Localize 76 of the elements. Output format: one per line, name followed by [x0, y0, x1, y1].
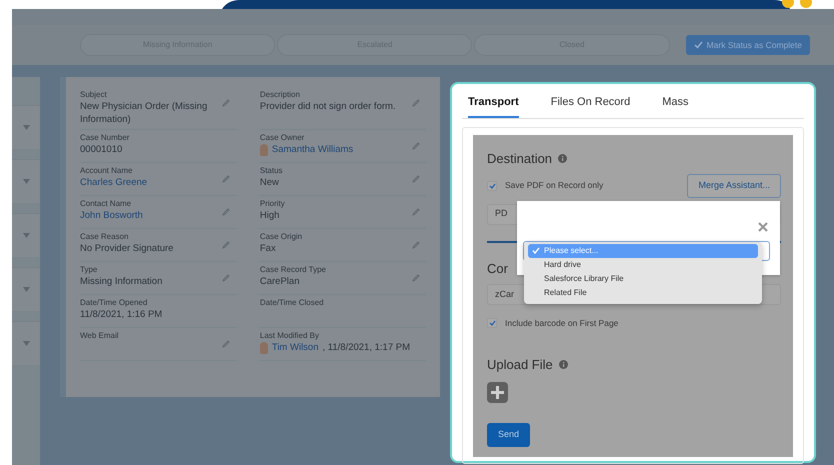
checkbox-label: Save PDF on Record only — [505, 179, 604, 192]
field-label: Case Record Type — [260, 265, 327, 275]
caret-icon[interactable] — [22, 287, 30, 292]
field-label: Date/Time Closed — [260, 298, 325, 308]
checkbox[interactable] — [487, 318, 497, 328]
tab[interactable]: Mass — [662, 88, 688, 118]
pencil-icon[interactable] — [222, 99, 230, 107]
pencil-icon[interactable] — [412, 99, 420, 107]
section-title: Cor — [487, 260, 508, 278]
field-value: 00001010 — [80, 143, 122, 156]
dropdown-option[interactable]: Hard drive — [528, 258, 758, 272]
field-label: Last Modified By — [260, 331, 320, 341]
info-icon — [558, 154, 568, 163]
mark-complete-button[interactable]: Mark Status as Complete — [686, 35, 810, 55]
field-value: High — [260, 209, 280, 222]
field-value: New Physician Order (Missing Information) — [80, 100, 208, 126]
field-label: Web Email — [80, 331, 120, 341]
checkbox-label: Include barcode on First Page — [505, 317, 618, 330]
dropdown-option[interactable]: Salesforce Library File — [528, 272, 758, 286]
field-link[interactable]: Charles Greene — [80, 176, 148, 189]
merge-assistant-button[interactable]: Merge Assistant... — [687, 174, 781, 198]
section-title: Upload File — [487, 356, 553, 374]
caret-icon[interactable] — [22, 233, 30, 238]
field-link[interactable]: Tim Wilson — [272, 341, 318, 354]
checkbox[interactable] — [487, 180, 497, 191]
caret-icon[interactable] — [22, 179, 30, 184]
field-link[interactable]: John Bosworth — [80, 209, 143, 222]
field-label: Date/Time Opened — [80, 298, 148, 308]
pencil-icon[interactable] — [412, 175, 420, 183]
check-icon — [532, 246, 540, 254]
field-label: Subject — [80, 90, 108, 100]
check-icon — [488, 320, 496, 326]
field-value: , 11/8/2021, 1:17 PM — [322, 341, 410, 354]
section-title: Destination — [487, 150, 552, 168]
field-value: No Provider Signature — [80, 242, 174, 255]
field-value: New — [260, 176, 279, 189]
pencil-icon[interactable] — [222, 208, 230, 216]
field-label: Contact Name — [80, 199, 132, 209]
pencil-icon[interactable] — [412, 142, 420, 150]
check-icon — [488, 182, 496, 189]
pencil-icon[interactable] — [412, 208, 420, 216]
add-button[interactable] — [487, 382, 508, 404]
field-value: Fax — [260, 242, 276, 255]
tab[interactable]: Files On Record — [550, 88, 630, 118]
field-label: Description — [260, 90, 301, 100]
caret-icon[interactable] — [22, 341, 30, 346]
dropdown-option[interactable]: Please select... — [528, 244, 758, 258]
info-icon — [558, 360, 568, 369]
pencil-icon[interactable] — [222, 241, 230, 249]
field-value: Provider did not sign order form. — [260, 100, 396, 113]
check-icon — [694, 41, 703, 49]
field-label: Account Name — [80, 166, 134, 176]
avatar-icon — [260, 144, 268, 156]
pencil-icon[interactable] — [412, 241, 420, 249]
dropdown-option[interactable]: Related File — [528, 286, 758, 300]
field-value: CarePlan — [260, 275, 300, 288]
field-label: Case Owner — [260, 133, 306, 143]
field-label: Case Reason — [80, 232, 130, 242]
pencil-icon[interactable] — [222, 175, 230, 183]
pencil-icon[interactable] — [412, 274, 420, 282]
field-link[interactable]: Samantha Williams — [272, 143, 354, 156]
field-label: Case Origin — [260, 232, 304, 242]
tab[interactable]: Transport — [468, 88, 519, 118]
avatar-icon — [260, 342, 268, 354]
send-button[interactable]: Send — [487, 423, 530, 447]
caret-icon[interactable] — [22, 125, 30, 130]
field-label: Status — [260, 166, 284, 176]
close-icon[interactable] — [758, 222, 768, 232]
field-value: 11/8/2021, 1:16 PM — [80, 308, 162, 321]
pencil-icon[interactable] — [222, 340, 230, 348]
field-label: Priority — [260, 199, 286, 209]
pencil-icon[interactable] — [222, 274, 230, 282]
field-label: Type — [80, 265, 98, 275]
plus-icon — [491, 386, 504, 400]
field-label: Case Number — [80, 133, 130, 143]
field-value: Missing Information — [80, 275, 162, 288]
